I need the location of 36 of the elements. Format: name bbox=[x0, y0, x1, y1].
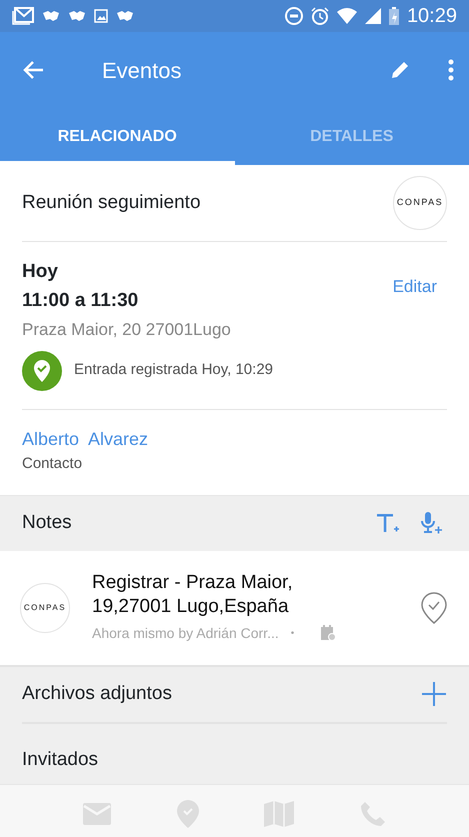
image-icon bbox=[94, 9, 108, 23]
note-meta: Ahora mismo by Adrián Corr... bbox=[92, 624, 279, 643]
wifi-icon bbox=[336, 8, 357, 24]
checkin-pin-icon[interactable] bbox=[421, 592, 447, 624]
signal-icon bbox=[364, 8, 381, 24]
status-time: 10:29 bbox=[406, 4, 457, 29]
edit-icon[interactable] bbox=[389, 59, 411, 81]
event-time: 11:00 a 11:30 bbox=[22, 288, 140, 312]
do-not-disturb-icon bbox=[284, 7, 303, 25]
tab[interactable]: RELACIONADO bbox=[0, 108, 234, 165]
note-text: Registrar - Praza Maior, 19,27001 Lugo,España bbox=[92, 571, 294, 619]
calendar-check-icon bbox=[320, 625, 336, 642]
checkin-pin-icon bbox=[22, 350, 62, 390]
contact-role: Contacto bbox=[22, 454, 84, 474]
section-title: Invitados bbox=[22, 748, 100, 772]
mail-icon bbox=[12, 7, 34, 25]
contact-name[interactable]: Alberto Alvarez bbox=[22, 426, 148, 452]
section-title: Notes bbox=[22, 510, 73, 535]
separator: • bbox=[290, 626, 294, 641]
edit-link[interactable]: Editar bbox=[392, 274, 437, 300]
alarm-icon bbox=[310, 7, 329, 25]
checkin-text: Entrada registrada Hoy, 10:29 bbox=[74, 360, 274, 380]
checkin-pin-icon[interactable] bbox=[176, 800, 199, 828]
more-icon[interactable] bbox=[447, 58, 455, 82]
add-text-icon[interactable] bbox=[377, 512, 399, 534]
battery-icon bbox=[388, 7, 399, 25]
event-address: Praza Maior, 20 27001Lugo bbox=[22, 319, 232, 341]
section-title: Archivos adjuntos bbox=[22, 682, 173, 706]
tab[interactable]: DETALLES bbox=[234, 108, 469, 165]
company-logo: CONPAS bbox=[20, 582, 70, 632]
event-title: Reunión seguimiento bbox=[22, 190, 201, 215]
event-day: Hoy bbox=[22, 258, 274, 286]
company-logo: CONPAS bbox=[393, 176, 447, 230]
add-voice-note-icon[interactable] bbox=[421, 511, 443, 535]
app-title: Eventos bbox=[102, 56, 182, 84]
add-icon[interactable] bbox=[421, 681, 447, 707]
